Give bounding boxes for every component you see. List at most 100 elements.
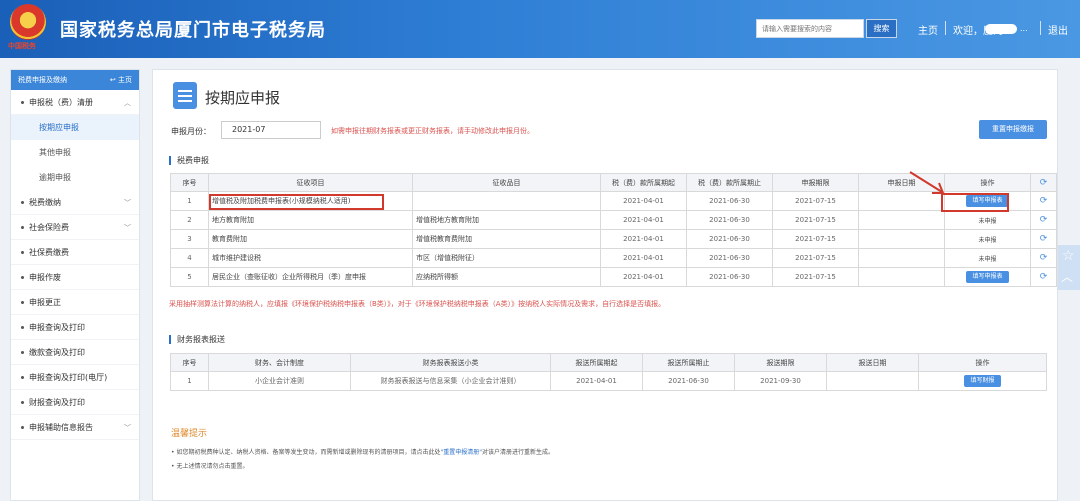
sidebar-item-payment-query[interactable]: 缴款查询及打印 (11, 340, 139, 365)
top-header: 中国税务 国家税务总局厦门市电子税务局 搜索 主页 欢迎，厦门 ... 退出 (0, 0, 1080, 58)
sidebar-item-social-fee-payment[interactable]: 社保费缴费 (11, 240, 139, 265)
cell-sub-item: 增值税教育费附加 (412, 229, 601, 249)
cell-date (858, 210, 945, 230)
table-header-row: 序号 财务、会计制度 财务报表报送小类 报送所属期起 报送所属期止 报送期限 报… (170, 353, 1047, 372)
scroll-top-icon[interactable]: ︿ (1061, 268, 1073, 285)
page-title: 按期应申报 (205, 89, 281, 107)
refresh-icon[interactable]: ⟳ (1040, 253, 1048, 263)
sidebar-item-label: 缴款查询及打印 (29, 347, 85, 357)
logout-link[interactable]: 退出 (1048, 22, 1068, 37)
refresh-icon[interactable]: ⟳ (1040, 215, 1048, 225)
sidebar-item-financial-report-query[interactable]: 财报查询及打印 (11, 390, 139, 415)
divider (945, 21, 946, 35)
home-link[interactable]: 主页 (918, 22, 938, 37)
sidebar-item-declaration-list[interactable]: 申报税（费）清册 ︿ (11, 90, 139, 115)
table-row: 1 小企业会计准则 财务报表报送与信息采集（小企业会计准则） 2021-04-0… (170, 371, 1047, 391)
sidebar-item-social-insurance[interactable]: 社会保险费 ﹀ (11, 215, 139, 240)
cell-end: 2021-06-30 (686, 267, 773, 287)
chevron-up-icon: ︿ (124, 99, 131, 107)
sidebar-home-link[interactable]: ↩ 主页 (110, 75, 132, 85)
refresh-cell: ⟳ (1030, 191, 1057, 211)
sidebar-header-label: 税费申报及缴纳 (18, 76, 67, 84)
bullet-icon (21, 200, 24, 204)
cell-sub-item: 应纳税所得额 (412, 267, 601, 287)
cell-start: 2021-04-01 (600, 267, 687, 287)
table-row: 4 城市维护建设税 市区（增值税附征） 2021-04-01 2021-06-30 202… (170, 248, 1057, 268)
status-text: 未申报 (978, 255, 997, 263)
sidebar-home-label: 主页 (118, 76, 132, 84)
tip-2: • 无上述情况请勿点击重置。 (171, 463, 249, 470)
cell-deadline: 2021-07-15 (772, 191, 859, 211)
refresh-icon[interactable]: ⟳ (1040, 196, 1048, 206)
refresh-icon: ⟳ (1039, 177, 1048, 188)
sidebar-item-label: 申报查询及打印(电厅) (29, 372, 108, 382)
cell-start: 2021-04-01 (550, 371, 643, 391)
bullet-icon (21, 375, 24, 379)
cell-item: 教育费附加 (208, 229, 413, 249)
fill-financial-report-button[interactable]: 填写财报 (964, 375, 1001, 387)
bullet-icon (21, 225, 24, 229)
col-header: 报送所属期止 (642, 353, 735, 372)
reset-list-link[interactable]: "重置申报清册" (440, 449, 482, 456)
reset-declaration-button[interactable]: 重置申报缴报 (979, 120, 1047, 139)
search-button[interactable]: 搜索 (866, 19, 897, 38)
period-input[interactable]: 2021-07 (221, 121, 321, 139)
sidebar-item-overdue-declaration[interactable]: 逾期申报 (11, 165, 139, 190)
sidebar-item-periodic-declaration[interactable]: 按期应申报 (11, 115, 139, 140)
fill-declaration-button[interactable]: 填写申报表 (966, 271, 1009, 283)
cell-deadline: 2021-07-15 (772, 267, 859, 287)
arrow-annotation-icon (909, 171, 945, 194)
refresh-all-icon[interactable]: ⟳ (1030, 173, 1057, 192)
refresh-icon[interactable]: ⟳ (1040, 272, 1048, 282)
cell-deadline: 2021-07-15 (772, 210, 859, 230)
tax-emblem-icon (10, 4, 46, 40)
col-header: 征收项目 (208, 173, 413, 192)
table-row: 5 居民企业（查账征收）企业所得税月（季）度申报 应纳税所得额 2021-04-01 2… (170, 267, 1057, 287)
bullet-icon (21, 250, 24, 254)
col-header: 序号 (170, 353, 209, 372)
cell-item: 居民企业（查账征收）企业所得税月（季）度申报 (208, 267, 413, 287)
sidebar-item-declaration-query-hall[interactable]: 申报查询及打印(电厅) (11, 365, 139, 390)
sidebar-item-tax-payment[interactable]: 税费缴纳 ﹀ (11, 190, 139, 215)
col-header: 操作 (918, 353, 1047, 372)
cell-end: 2021-06-30 (642, 371, 735, 391)
cell-deadline: 2021-07-15 (772, 229, 859, 249)
cell-sub-item: 增值税地方教育附加 (412, 210, 601, 230)
back-arrow-icon: ↩ (109, 76, 118, 84)
cell-date (826, 371, 919, 391)
bullet-icon (21, 100, 24, 104)
cell-date (858, 267, 945, 287)
sidebar-item-other-declaration[interactable]: 其他申报 (11, 140, 139, 165)
col-header: 财务、会计制度 (208, 353, 351, 372)
col-header: 报送日期 (826, 353, 919, 372)
tip-1-text-a: 如您期初税费种认定、纳税人资格、备案等发生变动，而需新增或删除现有的清册项目，请… (176, 449, 441, 456)
cell-start: 2021-04-01 (600, 210, 687, 230)
col-header: 操作 (944, 173, 1031, 192)
sidebar: 税费申报及缴纳 ↩ 主页 申报税（费）清册 ︿ 按期应申报 其他申报 逾期申报 税… (10, 69, 140, 501)
cell-item: 城市维护建设税 (208, 248, 413, 268)
cell-item: 地方教育附加 (208, 210, 413, 230)
sidebar-item-label: 申报更正 (29, 297, 61, 307)
search-input[interactable] (756, 19, 864, 38)
star-icon[interactable]: ☆ (1062, 248, 1075, 264)
cell-system: 小企业会计准则 (208, 371, 351, 391)
period-note: 如需申报往期财务报表或更正财务报表，请手动修改此申报月份。 (331, 127, 534, 135)
col-header: 申报期限 (772, 173, 859, 192)
cell-end: 2021-06-30 (686, 210, 773, 230)
refresh-icon[interactable]: ⟳ (1040, 234, 1048, 244)
cell-date (858, 248, 945, 268)
refresh-cell: ⟳ (1030, 248, 1057, 268)
sidebar-item-auxiliary-report[interactable]: 申报辅助信息报告 ﹀ (11, 415, 139, 440)
main-panel: 按期应申报 申报月份： 2021-07 如需申报往期财务报表或更正财务报表，请手… (152, 69, 1058, 501)
cell-end: 2021-06-30 (686, 229, 773, 249)
cell-no: 4 (170, 248, 209, 268)
cell-no: 1 (170, 191, 209, 211)
sidebar-item-void-declaration[interactable]: 申报作废 (11, 265, 139, 290)
divider (1040, 21, 1041, 35)
cell-sub-item: 市区（增值税附征） (412, 248, 601, 268)
sidebar-item-correct-declaration[interactable]: 申报更正 (11, 290, 139, 315)
cell-deadline: 2021-09-30 (734, 371, 827, 391)
sidebar-item-declaration-query[interactable]: 申报查询及打印 (11, 315, 139, 340)
sidebar-item-label: 申报作废 (29, 272, 61, 282)
document-list-icon (173, 82, 197, 109)
